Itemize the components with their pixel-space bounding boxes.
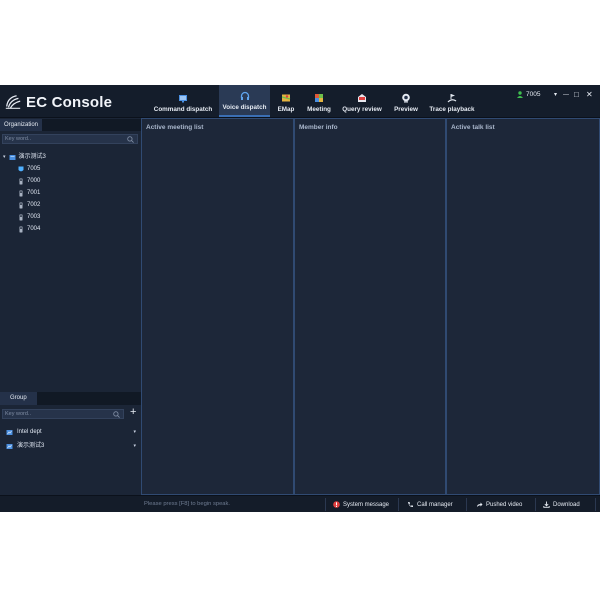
ec-console-window: EC Console Command dispatch Voice dispat…	[0, 85, 600, 512]
org-tree-root-label: 演示测试3	[18, 154, 46, 160]
nav-label: Trace playback	[429, 106, 475, 113]
group-item[interactable]: Intel dept ▾	[6, 427, 136, 438]
current-user[interactable]: 7005	[517, 91, 540, 98]
status-bar: Please press [F8] to begin speak. System…	[0, 495, 600, 512]
system-message-button[interactable]: System message	[333, 497, 389, 512]
group-tabstrip: Group	[0, 392, 141, 405]
organization-icon	[9, 155, 16, 160]
group-search-input[interactable]	[5, 410, 109, 418]
member-info-title: Member info	[299, 124, 338, 131]
member-item[interactable]: 7002	[18, 200, 40, 211]
logo-icon	[5, 95, 21, 109]
download-icon	[543, 501, 550, 508]
member-info-panel: Member info	[294, 118, 446, 495]
nav-label: Meeting	[307, 106, 331, 113]
left-panel: Organization ▾ 演示测试3 7005 7000 7001 7002 700…	[0, 118, 142, 495]
offline-terminal-icon	[19, 190, 23, 197]
member-id: 7003	[27, 214, 41, 220]
meeting-icon	[315, 94, 323, 102]
alert-icon	[333, 501, 340, 508]
tab-group[interactable]: Group	[0, 392, 37, 405]
organization-search	[2, 134, 138, 144]
nav-label: Preview	[394, 106, 418, 113]
divider	[595, 498, 596, 511]
phone-icon	[408, 502, 413, 508]
command-dispatch-icon	[179, 95, 187, 103]
headset-icon	[240, 91, 249, 100]
member-id: 7004	[27, 226, 41, 232]
active-talk-title: Active talk list	[451, 124, 495, 131]
group-item[interactable]: 演示测试3 ▾	[6, 441, 136, 452]
nav-meeting[interactable]: Meeting	[303, 85, 335, 117]
group-icon	[6, 444, 13, 449]
expand-icon[interactable]: ▾	[3, 152, 6, 163]
pushed-video-label: Pushed video	[486, 501, 523, 508]
nav-label: Query review	[342, 106, 382, 113]
offline-terminal-icon	[19, 202, 23, 209]
call-manager-button[interactable]: Call manager	[407, 497, 453, 512]
nav-emap[interactable]: EMap	[274, 85, 298, 117]
group-item-dropdown[interactable]: ▾	[133, 427, 136, 438]
group-item-label: Intel dept	[17, 429, 42, 435]
map-icon	[281, 94, 291, 102]
divider	[325, 498, 326, 511]
nav-trace-playback[interactable]: Trace playback	[427, 85, 477, 117]
top-bar: EC Console Command dispatch Voice dispat…	[0, 85, 600, 118]
search-icon[interactable]	[127, 136, 134, 143]
member-id: 7000	[27, 178, 41, 184]
member-id: 7005	[27, 166, 41, 172]
query-review-icon	[358, 94, 366, 102]
member-item[interactable]: 7000	[18, 176, 40, 187]
member-id: 7001	[27, 190, 41, 196]
minimize-button[interactable]: —	[563, 90, 569, 100]
divider	[535, 498, 536, 511]
user-icon	[517, 91, 523, 98]
member-item[interactable]: 7003	[18, 212, 40, 223]
active-meeting-panel: Active meeting list	[141, 118, 294, 495]
member-item[interactable]: 7004	[18, 224, 40, 235]
org-tree-root[interactable]: ▾ 演示测试3	[3, 152, 46, 163]
group-item-dropdown[interactable]: ▾	[133, 441, 136, 452]
trace-playback-icon	[447, 94, 457, 103]
nav-query-review[interactable]: Query review	[340, 85, 384, 117]
offline-terminal-icon	[19, 178, 23, 185]
camera-icon	[402, 93, 410, 103]
offline-terminal-icon	[19, 226, 23, 233]
download-button[interactable]: Download	[543, 497, 580, 512]
group-icon	[6, 430, 13, 435]
search-icon[interactable]	[113, 411, 120, 418]
group-item-label: 演示测试3	[17, 443, 45, 449]
member-item[interactable]: 7005	[18, 164, 40, 175]
tab-organization[interactable]: Organization	[0, 119, 43, 131]
organization-tabstrip: Organization	[0, 119, 141, 131]
member-item[interactable]: 7001	[18, 188, 40, 199]
share-icon	[477, 502, 483, 507]
nav-preview[interactable]: Preview	[391, 85, 421, 117]
nav-label: EMap	[277, 106, 295, 113]
app-title: EC Console	[26, 94, 113, 111]
nav-label: Command dispatch	[153, 106, 213, 113]
organization-search-input[interactable]	[5, 135, 123, 143]
call-manager-label: Call manager	[417, 501, 453, 508]
active-talk-panel: Active talk list	[446, 118, 600, 495]
menu-dropdown-button[interactable]: ▾	[554, 90, 557, 100]
group-search	[2, 409, 124, 419]
divider	[466, 498, 467, 511]
speak-hint: Please press [F8] to begin speak.	[144, 501, 231, 507]
download-label: Download	[553, 501, 580, 508]
system-message-label: System message	[343, 501, 390, 508]
divider	[398, 498, 399, 511]
nav-command-dispatch[interactable]: Command dispatch	[152, 85, 214, 117]
add-group-button[interactable]: +	[130, 406, 136, 418]
pushed-video-button[interactable]: Pushed video	[476, 497, 522, 512]
online-terminal-icon	[18, 166, 24, 172]
offline-terminal-icon	[19, 214, 23, 221]
active-meeting-title: Active meeting list	[146, 124, 204, 131]
nav-label: Voice dispatch	[222, 104, 267, 111]
close-button[interactable]: ✕	[586, 90, 593, 100]
member-id: 7002	[27, 202, 41, 208]
maximize-button[interactable]: □	[574, 90, 579, 100]
nav-voice-dispatch[interactable]: Voice dispatch	[219, 85, 270, 117]
current-user-id: 7005	[526, 91, 541, 98]
